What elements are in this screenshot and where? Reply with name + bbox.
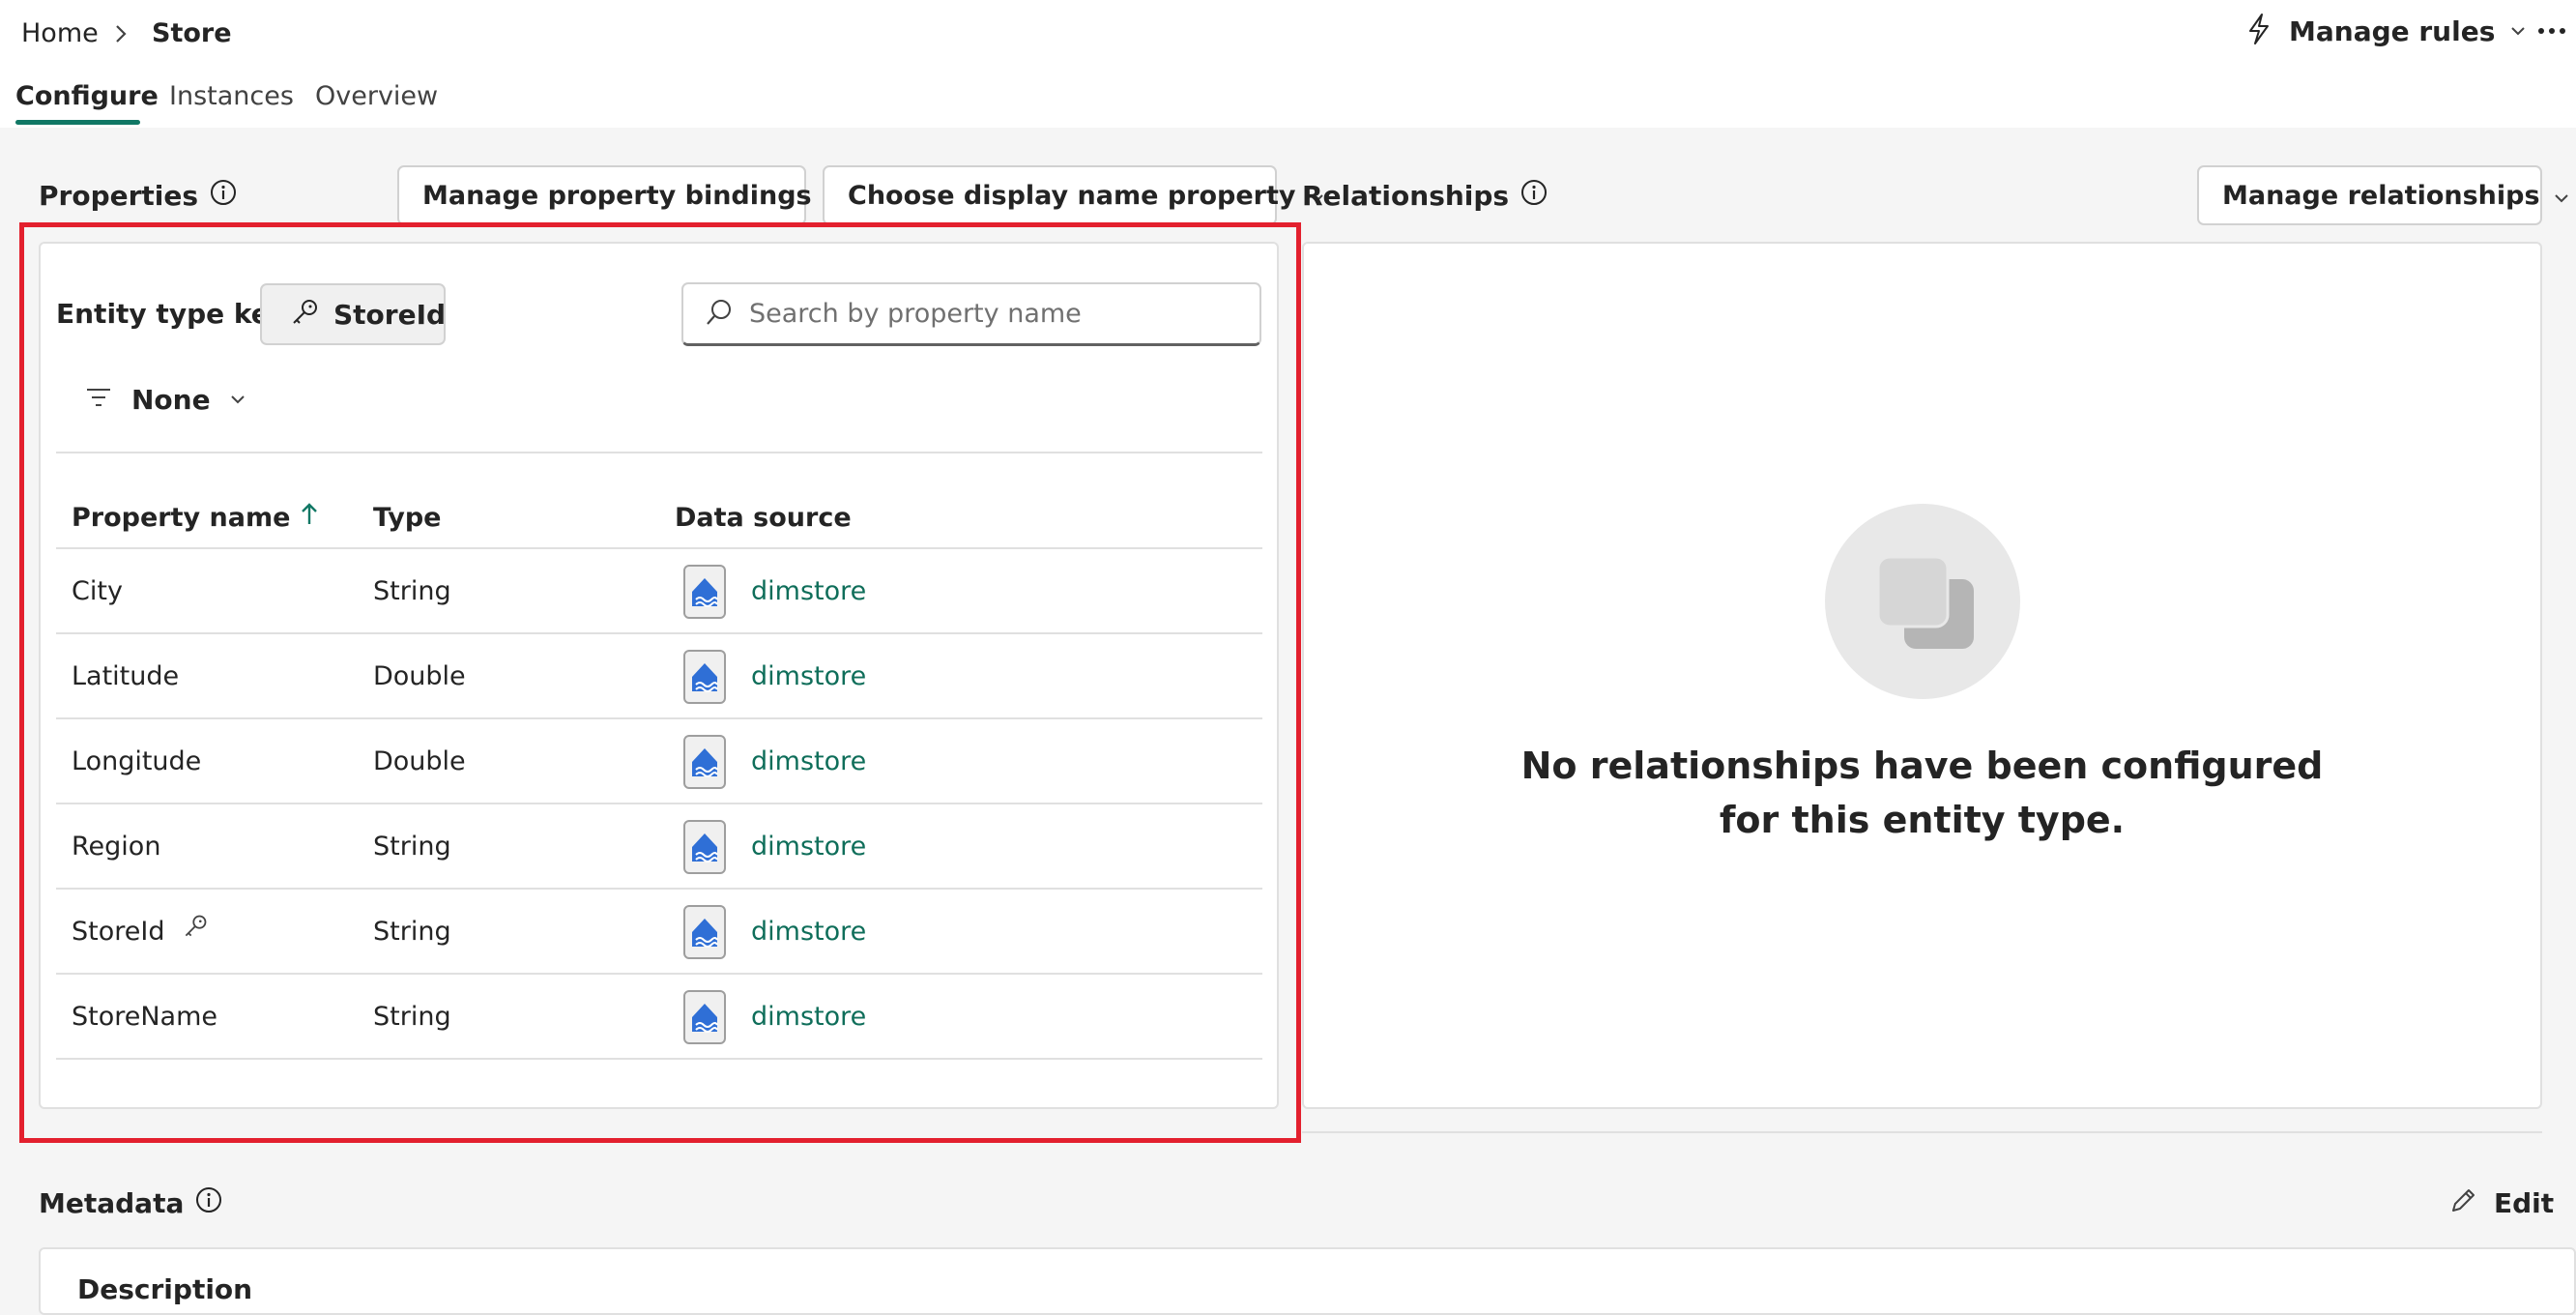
metadata-title: Metadata — [39, 1186, 185, 1219]
manage-relationships-label: Manage relationships — [2222, 180, 2540, 211]
more-options-button[interactable] — [2534, 14, 2569, 48]
highlight-annotation — [19, 222, 1301, 1143]
pencil-icon — [2447, 1185, 2478, 1220]
active-tab-indicator — [15, 120, 140, 125]
manage-relationships-button[interactable]: Manage relationships — [2197, 165, 2568, 225]
relationships-heading: Relationships — [1302, 176, 1548, 215]
empty-state-line1: No relationships have been configured — [1520, 745, 2324, 787]
chevron-down-icon — [2510, 22, 2526, 41]
manage-rules-button[interactable]: Manage rules — [2244, 10, 2526, 52]
tab-overview[interactable]: Overview — [315, 77, 438, 116]
breadcrumb-current: Store — [152, 18, 232, 48]
properties-heading: Properties — [39, 176, 237, 215]
edit-button[interactable]: Edit — [2447, 1184, 2554, 1222]
empty-state-line2: for this entity type. — [1719, 799, 2126, 841]
description-card — [39, 1247, 2576, 1315]
edit-label: Edit — [2494, 1186, 2555, 1219]
breadcrumb-home[interactable]: Home — [21, 16, 99, 51]
tab-configure[interactable]: Configure — [15, 77, 159, 116]
more-icon — [2534, 28, 2569, 52]
chevron-right-icon — [112, 23, 130, 44]
relationships-title: Relationships — [1302, 179, 1510, 212]
description-label: Description — [77, 1273, 253, 1305]
info-icon[interactable] — [195, 1186, 222, 1220]
choose-display-name-label: Choose display name property — [848, 180, 1296, 211]
metadata-heading: Metadata — [39, 1184, 222, 1222]
properties-title: Properties — [39, 179, 199, 212]
manage-property-bindings-label: Manage property bindings — [422, 180, 812, 211]
empty-state-illustration — [1825, 504, 2020, 699]
info-icon[interactable] — [1520, 179, 1548, 213]
choose-display-name-button[interactable]: Choose display name property — [823, 165, 1324, 225]
chevron-down-icon — [2554, 181, 2569, 211]
tab-instances[interactable]: Instances — [169, 77, 294, 116]
manage-property-bindings-button[interactable]: Manage property bindings — [397, 165, 840, 225]
lightning-icon — [2244, 13, 2273, 49]
manage-rules-label: Manage rules — [2289, 15, 2496, 47]
section-divider — [1302, 1131, 2542, 1133]
info-icon[interactable] — [210, 179, 237, 213]
empty-state-message: No relationships have been configured fo… — [1302, 739, 2542, 847]
